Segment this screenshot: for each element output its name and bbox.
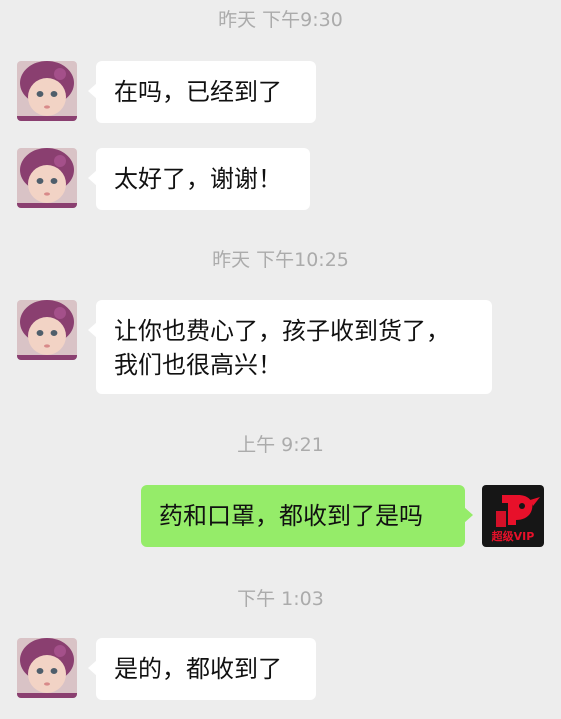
message-text: 我们也很高兴！ [114, 351, 282, 379]
incoming-message[interactable]: 让你也费心了，孩子收到货了， 我们也很高兴！ [88, 300, 492, 394]
baby-portrait-icon [17, 61, 77, 121]
incoming-message[interactable]: 太好了，谢谢！ [88, 148, 310, 210]
message-text: 让你也费心了，孩子收到货了， [114, 317, 450, 345]
baby-portrait-icon [17, 148, 77, 208]
message-text: 药和口罩，都收到了是吗 [159, 502, 423, 530]
timestamp: 昨天 下午9:30 [218, 9, 343, 31]
contact-avatar[interactable] [17, 61, 77, 121]
vip-label: 超级VIP [491, 530, 535, 543]
timestamp: 昨天 下午10:25 [212, 249, 349, 271]
self-avatar[interactable]: 超级VIP [482, 485, 544, 547]
baby-portrait-icon [17, 638, 77, 698]
contact-avatar[interactable] [17, 300, 77, 360]
contact-avatar[interactable] [17, 638, 77, 698]
timestamp: 下午 1:03 [237, 588, 324, 610]
outgoing-message[interactable]: 药和口罩，都收到了是吗 [141, 485, 473, 547]
baby-portrait-icon [17, 300, 77, 360]
contact-avatar[interactable] [17, 148, 77, 208]
incoming-message[interactable]: 是的，都收到了 [88, 638, 316, 700]
timestamp: 上午 9:21 [237, 434, 324, 456]
message-text: 是的，都收到了 [114, 655, 282, 683]
incoming-message[interactable]: 在吗，已经到了 [88, 61, 316, 123]
message-text: 太好了，谢谢！ [114, 165, 282, 193]
message-text: 在吗，已经到了 [114, 78, 282, 106]
